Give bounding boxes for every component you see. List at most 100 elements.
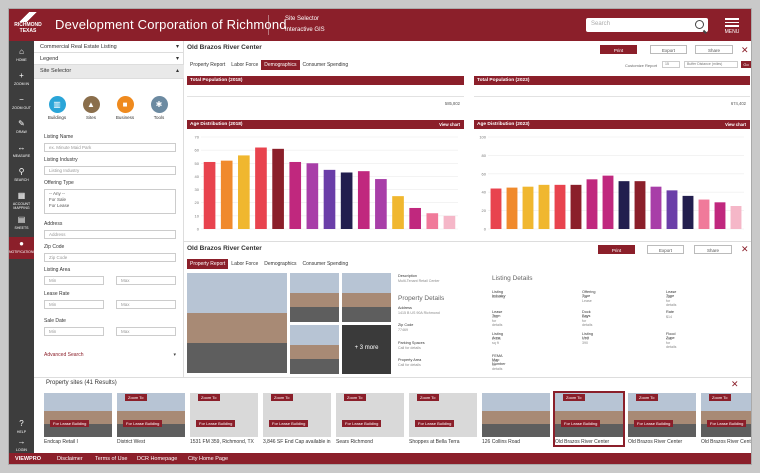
zoom-to-button[interactable]: Zoom To — [271, 394, 293, 401]
result-thumbnail[interactable] — [482, 393, 550, 437]
interactive-gis-link[interactable]: Interactive GIS — [285, 25, 325, 36]
dcr-homepage-link[interactable]: DCR Homepage — [137, 456, 177, 462]
rail-search[interactable]: ⚲ SEARCH — [9, 165, 34, 187]
result-card[interactable]: Zoom To For Lease Building Old Brazos Rive… — [553, 391, 625, 447]
site-selector-header[interactable]: Site Selector ▴ — [34, 65, 184, 79]
print-button[interactable]: Print — [600, 45, 637, 54]
zoom-to-button[interactable]: Zoom To — [198, 394, 220, 401]
zoom-to-button[interactable]: Zoom To — [563, 394, 585, 401]
result-card[interactable]: For Lease Building Endcap Retail I — [44, 393, 112, 445]
tab-labor-force[interactable]: Labor Force — [228, 259, 261, 269]
terms-link[interactable]: Terms of Use — [95, 456, 127, 462]
offering-option[interactable]: For Lease — [49, 203, 171, 209]
zip-input[interactable]: Zip Code — [44, 253, 176, 262]
chart-bar[interactable] — [538, 184, 550, 229]
property-photo[interactable] — [342, 273, 391, 322]
chart-bar[interactable] — [586, 179, 598, 229]
rail-draw[interactable]: ✎ DRAW — [9, 117, 34, 139]
chart-bar[interactable] — [490, 188, 502, 229]
chart-bar[interactable] — [392, 196, 404, 229]
chart-bar[interactable] — [238, 155, 250, 229]
result-card[interactable]: Zoom To For Lease Building 1531 FM 359, Ri… — [190, 393, 258, 445]
chart-bar[interactable] — [666, 190, 678, 229]
chart-bar[interactable] — [698, 199, 710, 229]
chart-bar[interactable] — [426, 213, 439, 229]
chart-bar[interactable] — [730, 206, 742, 229]
listing-type-dropdown[interactable]: Commercial Real Estate Listing ▾ — [34, 41, 184, 53]
result-caption[interactable]: 1531 FM 359, Richmond, TX — [190, 439, 254, 445]
listing-area-max[interactable]: Max — [116, 276, 176, 285]
result-caption[interactable]: 3,846 SF End Cap available in — [263, 439, 331, 445]
rail-measure[interactable]: ↔ MEASURE — [9, 141, 34, 163]
zoom-to-button[interactable]: Zoom To — [125, 394, 147, 401]
result-card[interactable]: 126 Collins Road — [482, 393, 550, 445]
rail-zoom-in[interactable]: + ZOOM IN — [9, 69, 34, 91]
city-logo[interactable]: RICHMOND TEXAS — [11, 11, 45, 39]
chart-bar[interactable] — [272, 148, 284, 229]
sale-date-max[interactable]: Max — [116, 327, 176, 336]
tab-consumer-spending[interactable]: Consumer Spending — [300, 259, 352, 269]
chart-bar[interactable] — [602, 175, 614, 229]
more-photos-button[interactable]: + 3 more — [342, 325, 391, 374]
result-caption[interactable]: Sears Richmond — [336, 439, 373, 445]
tab-labor-force[interactable]: Labor Force — [228, 60, 261, 70]
chart-bar[interactable] — [323, 169, 336, 229]
chart-bar[interactable] — [506, 187, 518, 229]
view-chart-link[interactable]: View chart — [725, 120, 746, 129]
disclaimer-link[interactable]: Disclaimer — [57, 456, 83, 462]
city-homepage-link[interactable]: City Home Page — [188, 456, 228, 462]
print-button[interactable]: Print — [598, 245, 635, 254]
lease-rate-min[interactable]: Min — [44, 300, 104, 309]
view-chart-link[interactable]: View chart — [439, 120, 460, 129]
chart-bar[interactable] — [634, 181, 646, 229]
legend-toggle[interactable]: Legend ▾ — [34, 53, 184, 65]
zoom-to-button[interactable]: Zoom To — [344, 394, 366, 401]
chart-bar[interactable] — [203, 161, 216, 229]
viewpro-logo[interactable]: VIEWPRO — [15, 456, 41, 462]
zoom-to-button[interactable]: Zoom To — [417, 394, 439, 401]
result-caption[interactable]: Old Brazos River Center — [555, 439, 609, 445]
radius-select[interactable]: 15 — [662, 61, 680, 68]
lease-rate-max[interactable]: Max — [116, 300, 176, 309]
tab-demographics[interactable]: Demographics — [261, 259, 299, 269]
tab-property-report[interactable]: Property Report — [187, 259, 229, 269]
rail-notifications[interactable]: ● NOTIFICATIONS — [9, 237, 36, 259]
listing-industry-input[interactable]: Listing Industry — [44, 166, 176, 175]
chart-bar[interactable] — [357, 171, 370, 229]
result-caption[interactable]: Old Brazos River Center — [628, 439, 682, 445]
category-tools[interactable]: ✱ Tools — [148, 96, 170, 120]
result-caption[interactable]: District West — [117, 439, 145, 445]
property-photo[interactable] — [290, 273, 339, 322]
chart-bar[interactable] — [618, 181, 630, 229]
chart-bar[interactable] — [289, 161, 302, 229]
chart-bar[interactable] — [340, 172, 353, 229]
advanced-search-toggle[interactable]: Advanced Search ▾ — [44, 352, 176, 358]
share-button[interactable]: Share — [694, 245, 732, 254]
sale-date-min[interactable]: Min — [44, 327, 104, 336]
go-button[interactable]: Go — [741, 61, 751, 68]
share-button[interactable]: Share — [695, 45, 733, 54]
tab-consumer-spending[interactable]: Consumer Spending — [300, 60, 352, 70]
rail-account-mapping[interactable]: ▦ ACCOUNT MAPPING — [9, 189, 34, 211]
chart-bar[interactable] — [375, 179, 387, 229]
result-thumbnail[interactable] — [44, 393, 112, 437]
chart-bar[interactable] — [255, 147, 267, 229]
site-selector-link[interactable]: Site Selector — [285, 14, 325, 25]
result-caption[interactable]: 126 Collins Road — [482, 439, 520, 445]
category-business[interactable]: ■ Business — [114, 96, 136, 120]
chart-bar[interactable] — [650, 186, 662, 229]
chart-bar[interactable] — [682, 195, 694, 229]
chart-bar[interactable] — [409, 207, 421, 229]
chart-bar[interactable] — [522, 186, 534, 229]
close-icon[interactable]: ✕ — [731, 380, 739, 389]
chart-bar[interactable] — [306, 163, 319, 229]
property-photo[interactable] — [290, 325, 339, 374]
zoom-to-button[interactable]: Zoom To — [636, 394, 658, 401]
close-icon[interactable]: ✕ — [741, 245, 749, 254]
close-icon[interactable]: ✕ — [741, 46, 749, 55]
result-caption[interactable]: Shoppes at Bella Terra — [409, 439, 460, 445]
zoom-to-button[interactable]: Zoom To — [709, 394, 731, 401]
result-card[interactable]: Zoom To For Lease Building District West — [117, 393, 185, 445]
export-button[interactable]: Export — [650, 45, 687, 54]
chart-bar[interactable] — [220, 160, 233, 229]
